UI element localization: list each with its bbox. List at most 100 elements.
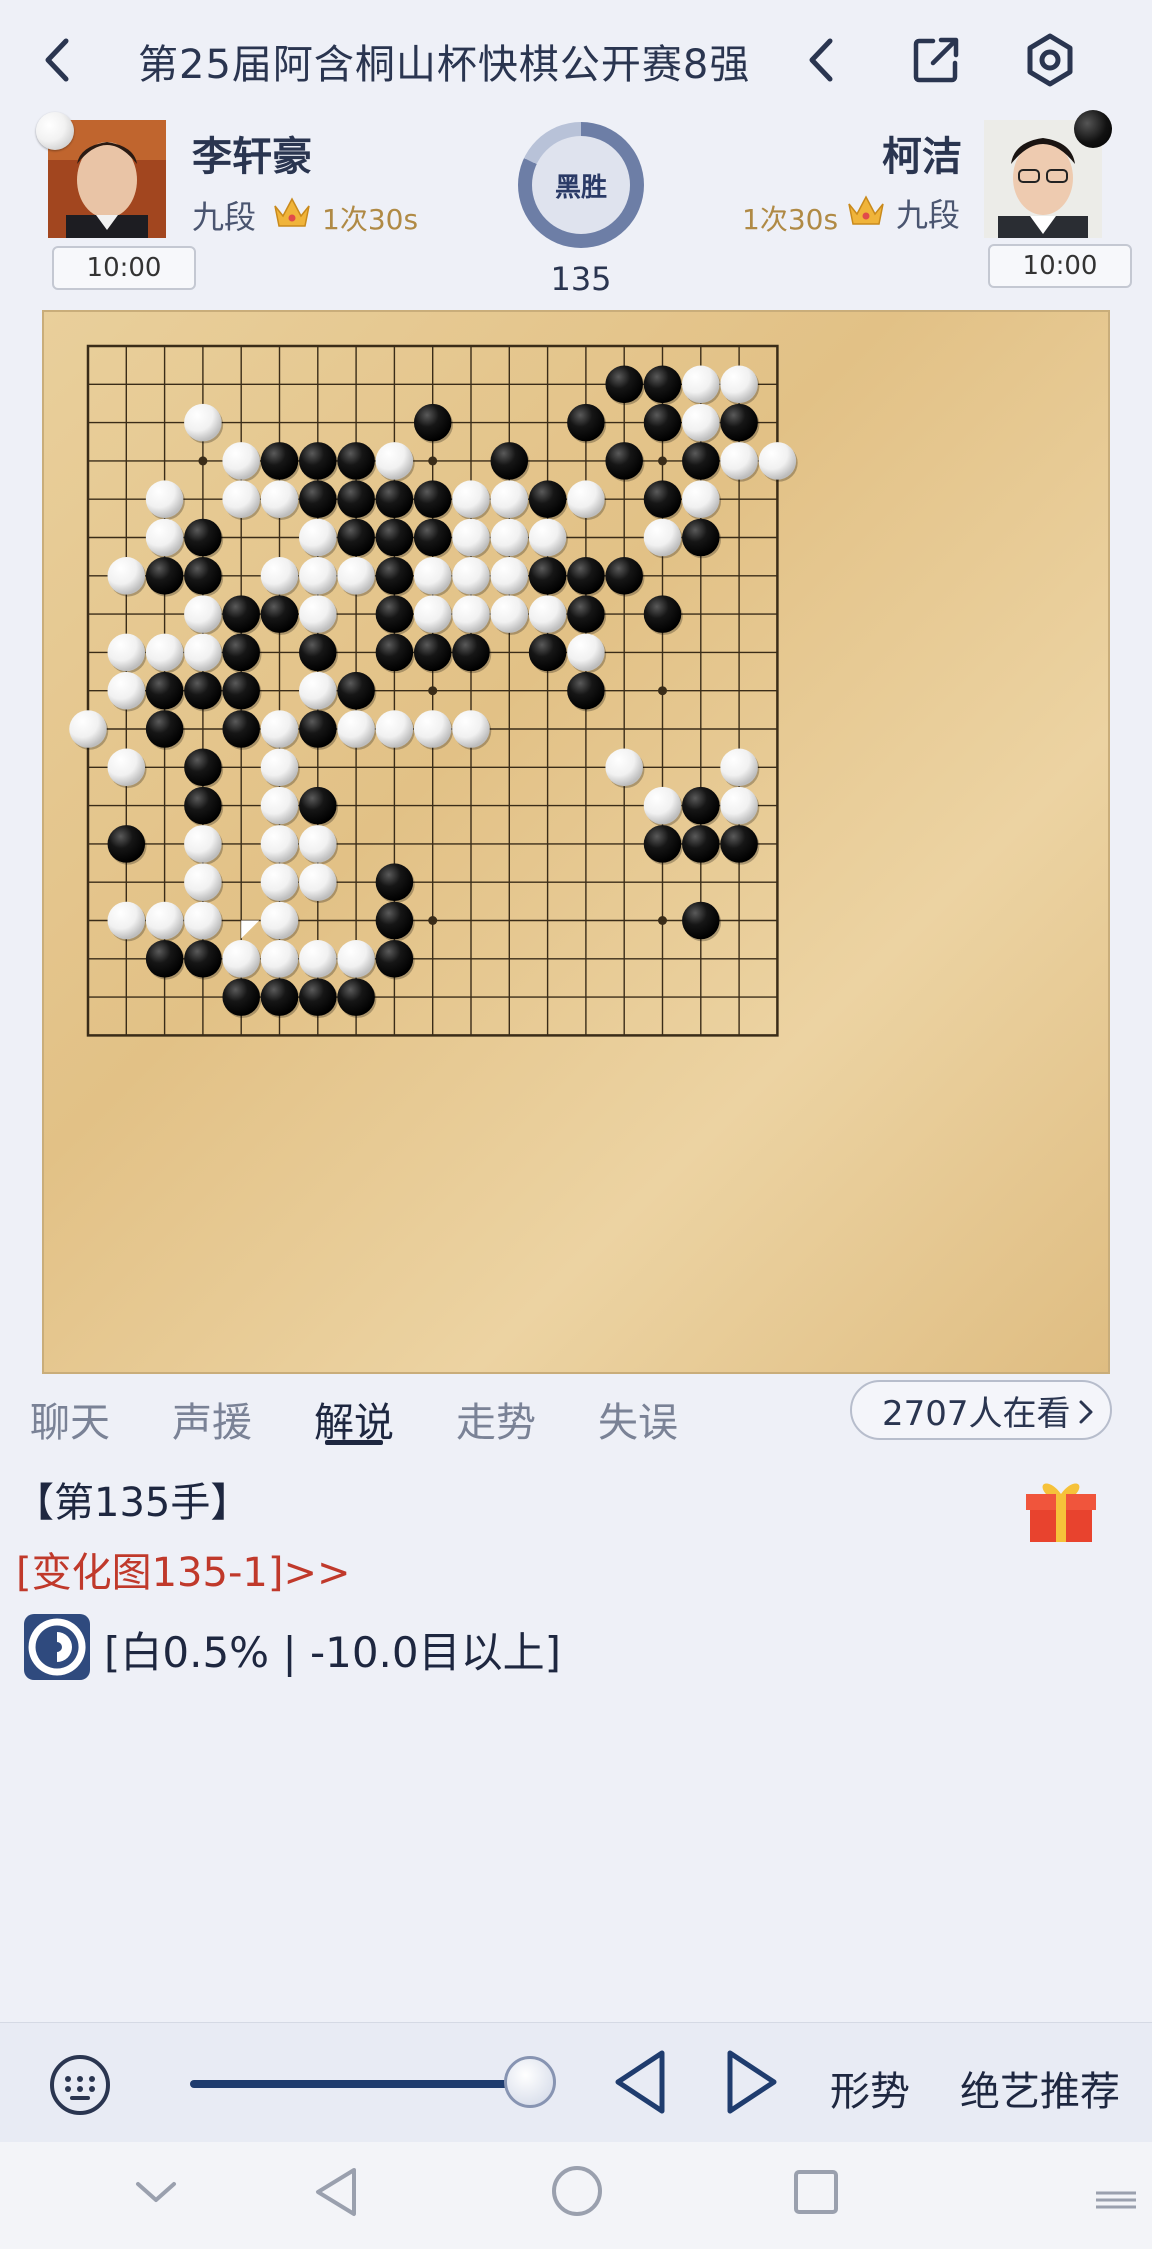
move-slider-track[interactable] <box>190 2056 556 2108</box>
white-stone <box>184 595 222 633</box>
black-stone <box>643 480 682 518</box>
last-move-marker <box>241 920 260 939</box>
black-stone <box>375 518 414 557</box>
black-stone <box>375 595 414 633</box>
star-point <box>428 456 438 466</box>
crown-icon <box>846 192 886 232</box>
menu-lines-icon[interactable] <box>1096 2190 1136 2214</box>
black-stone <box>413 518 452 557</box>
black-stone <box>413 633 452 672</box>
white-stone <box>490 518 529 557</box>
black-stone <box>643 365 682 404</box>
white-player-rank: 九段 <box>192 198 257 236</box>
white-stone <box>758 442 797 480</box>
nav-home-icon[interactable] <box>550 2164 604 2222</box>
white-stone-indicator <box>36 112 74 150</box>
black-stone <box>567 557 605 595</box>
keyboard-icon[interactable] <box>48 2053 112 2121</box>
settings-icon[interactable] <box>1020 30 1080 90</box>
black-stone <box>145 557 184 595</box>
black-stone <box>567 595 605 633</box>
black-stone <box>375 863 414 901</box>
share-icon[interactable] <box>906 30 966 90</box>
nav-back-icon[interactable] <box>312 2164 360 2224</box>
black-stone <box>299 633 337 672</box>
star-point <box>198 456 208 466</box>
nav-recents-icon[interactable] <box>792 2168 840 2220</box>
gift-icon[interactable] <box>1024 1476 1098 1548</box>
ai-logo-icon <box>24 1614 90 1684</box>
white-stone <box>299 557 337 595</box>
white-stone <box>222 480 260 518</box>
move-slider-thumb[interactable] <box>504 2056 556 2108</box>
white-stone <box>260 863 299 901</box>
playback-controls: 形势 绝艺推荐 <box>0 2022 1152 2143</box>
next-move-icon[interactable] <box>722 2047 782 2121</box>
black-stone <box>605 365 643 404</box>
tab-mistakes[interactable]: 失误 <box>598 1390 678 1448</box>
viewer-count-button[interactable]: 2707人在看 <box>850 1380 1112 1440</box>
crown-icon <box>272 194 312 234</box>
black-stone <box>222 710 260 748</box>
black-stone <box>222 633 260 672</box>
white-stone <box>107 671 146 710</box>
commentary-heading: 【第135手】 <box>14 1480 251 1526</box>
variation-link[interactable]: [变化图135-1]>> <box>16 1540 350 1598</box>
white-stone <box>260 786 299 825</box>
black-stone <box>682 825 720 863</box>
black-stone-indicator <box>1074 110 1112 148</box>
white-stone <box>375 710 414 748</box>
white-clock: 10:00 <box>52 246 196 290</box>
black-stone <box>107 825 146 863</box>
white-player-name: 李轩豪 <box>192 134 312 180</box>
board-svg[interactable] <box>44 312 1108 1372</box>
status-button[interactable]: 形势 <box>830 2059 910 2117</box>
white-stone <box>413 595 452 633</box>
black-stone <box>375 633 414 672</box>
black-stone <box>337 480 375 518</box>
black-stone <box>260 442 299 480</box>
white-stone <box>490 595 529 633</box>
white-stone <box>107 901 146 940</box>
white-stone <box>184 825 222 863</box>
white-stone <box>145 901 184 940</box>
black-stone <box>337 671 375 710</box>
black-stone <box>145 940 184 978</box>
tab-chat[interactable]: 聊天 <box>30 1390 110 1448</box>
white-stone <box>452 518 490 557</box>
ai-evaluation: [白0.5% | -10.0目以上] <box>24 1614 561 1684</box>
white-stone <box>528 518 567 557</box>
ai-recommend-button[interactable]: 绝艺推荐 <box>960 2059 1120 2117</box>
white-stone <box>260 940 299 978</box>
black-stone <box>643 825 682 863</box>
black-stone <box>413 403 452 442</box>
white-stone <box>184 901 222 940</box>
star-point <box>658 456 667 466</box>
black-stone <box>605 557 643 595</box>
black-stone <box>682 901 720 940</box>
viewer-count: 2707人在看 <box>882 1393 1071 1434</box>
tab-trend[interactable]: 走势 <box>456 1390 536 1448</box>
white-stone <box>490 557 529 595</box>
black-stone <box>375 557 414 595</box>
white-stone <box>528 595 567 633</box>
ai-eval-text: [白0.5% | -10.0目以上] <box>104 1627 561 1677</box>
star-point <box>658 686 667 696</box>
active-tab-indicator <box>325 1440 383 1445</box>
collapse-icon[interactable] <box>134 2178 178 2210</box>
black-player-name: 柯洁 <box>882 134 962 180</box>
back-icon[interactable] <box>28 30 88 90</box>
white-stone <box>260 901 299 940</box>
black-stone <box>452 633 490 672</box>
black-stone <box>337 442 375 480</box>
previous-icon[interactable] <box>792 30 852 90</box>
tab-support[interactable]: 声援 <box>172 1390 252 1448</box>
white-stone <box>184 633 222 672</box>
go-board[interactable] <box>42 310 1110 1374</box>
black-stone <box>643 403 682 442</box>
white-stone <box>260 557 299 595</box>
white-stone <box>490 480 529 518</box>
black-stone <box>682 518 720 557</box>
previous-move-icon[interactable] <box>610 2047 670 2121</box>
white-stone <box>260 480 299 518</box>
